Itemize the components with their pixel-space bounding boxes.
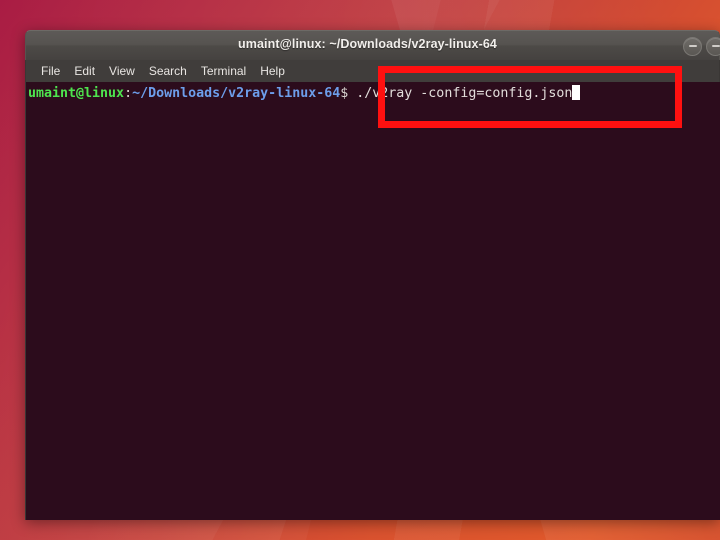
menu-item-view[interactable]: View: [102, 63, 142, 79]
menu-item-file[interactable]: File: [34, 63, 67, 79]
minimize-button[interactable]: [683, 36, 702, 56]
prompt-colon: :: [124, 86, 133, 101]
text-cursor: [572, 85, 581, 100]
menu-item-edit[interactable]: Edit: [67, 63, 102, 79]
prompt-path: ~/Downloads/v2ray-linux-64: [132, 86, 341, 101]
window-title: umaint@linux: ~/Downloads/v2ray-linux-64: [238, 37, 497, 51]
terminal-scrollbar[interactable]: [716, 82, 720, 520]
terminal-body[interactable]: umaint@linux:~/Downloads/v2ray-linux-64$…: [25, 82, 720, 520]
minimize-icon: [688, 45, 697, 47]
menu-item-terminal[interactable]: Terminal: [194, 63, 253, 79]
window-titlebar[interactable]: umaint@linux: ~/Downloads/v2ray-linux-64: [25, 30, 720, 60]
menubar: File Edit View Search Terminal Help: [25, 60, 720, 82]
prompt-user-host: umaint@linux: [28, 86, 125, 101]
menu-item-help[interactable]: Help: [253, 63, 292, 79]
menu-item-search[interactable]: Search: [142, 63, 194, 79]
command-line-text: ./v2ray -config=config.json: [348, 86, 573, 101]
terminal-window[interactable]: umaint@linux: ~/Downloads/v2ray-linux-64…: [25, 30, 720, 520]
maximize-button[interactable]: [706, 36, 720, 56]
maximize-icon: [711, 45, 720, 47]
window-controls: [683, 31, 720, 61]
terminal-screen[interactable]: umaint@linux:~/Downloads/v2ray-linux-64$…: [26, 82, 716, 520]
